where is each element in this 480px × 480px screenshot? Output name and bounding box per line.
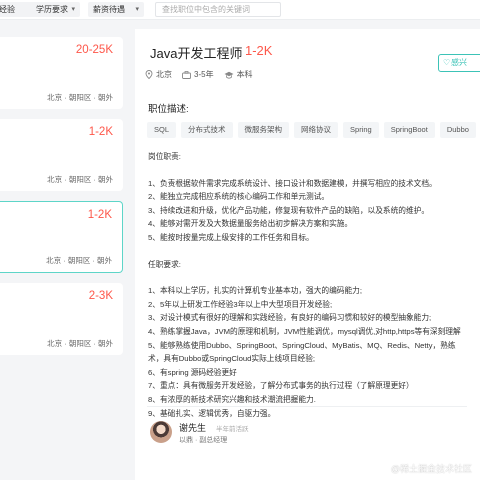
job-detail-panel: Java开发工程师 1-2K 北京 3-5年 本科 ♡ 感兴 职位描述: SQL… xyxy=(135,29,480,480)
description-line: 5、能按时按量完成上级安排的工作任务和目标。 xyxy=(148,232,314,242)
description-line: 3、持续改进和升级，优化产品功能，修复现有软件产品的缺陷，以及系统的维护。 xyxy=(148,205,430,215)
description-line: 2、5年以上研发工作经验3年以上中大型项目开发经验; xyxy=(148,299,333,309)
section-title: 职位描述: xyxy=(148,104,189,115)
location-icon xyxy=(145,70,153,79)
job-city: 北京 xyxy=(145,69,172,80)
recruiter-status: 半年前活跃 xyxy=(216,426,249,433)
job-experience: 3-5年 xyxy=(182,69,214,80)
job-card-location: 北京 · 朝阳区 · 朝外 xyxy=(47,175,113,184)
skill-tag: 微服务架构 xyxy=(237,122,290,138)
education-filter[interactable]: 学历要求 ▾ xyxy=(31,2,80,17)
description-line: 8、有浓厚的新技术研究兴趣和技术潮流把握能力. xyxy=(148,394,316,404)
skill-tag: Dubbo xyxy=(439,122,476,138)
job-card-location: 北京 · 朝阳区 · 朝外 xyxy=(46,256,112,265)
description-line: 7、重点：具有微服务开发经验，了解分布式事务的执行过程（了解原理更好） xyxy=(148,381,414,391)
skill-tag: 网络协议 xyxy=(294,122,339,138)
description-line xyxy=(148,271,478,284)
salary-filter-label: 薪资待遇 xyxy=(93,5,125,14)
skill-tag: SQL xyxy=(147,122,177,138)
description-line xyxy=(148,164,478,177)
heart-icon: ♡ xyxy=(443,58,451,67)
job-title: Java开发工程师 xyxy=(150,46,243,61)
chevron-down-icon: ▾ xyxy=(135,6,139,13)
job-experience-text: 3-5年 xyxy=(194,70,214,79)
job-card[interactable]: 2-3K 北京 · 朝阳区 · 朝外 xyxy=(0,283,123,355)
job-city-text: 北京 xyxy=(156,70,172,79)
job-education-text: 本科 xyxy=(236,70,253,79)
description-line xyxy=(148,245,478,258)
education-filter-label: 学历要求 xyxy=(36,5,68,14)
description-line: 9、基础扎实、逻辑优秀，自驱力强。 xyxy=(148,408,276,418)
job-card-location: 北京 · 朝阳区 · 朝外 xyxy=(47,93,113,102)
job-card-selected[interactable]: 1-2K 北京 · 朝阳区 · 朝外 xyxy=(0,201,123,273)
description-line: 1、负责根据软件需求完成系统设计、接口设计和数据建模，并撰写相应的技术文档。 xyxy=(148,178,437,188)
job-card-salary: 1-2K xyxy=(87,209,112,221)
skill-tags: SQL 分布式技术 微服务架构 网络协议 Spring SpringBoot D… xyxy=(147,122,476,138)
graduation-cap-icon xyxy=(224,71,234,78)
description-line: 4、熟练掌握Java，JVM的原理和机制，JVM性能调优，mysql调优,对ht… xyxy=(148,326,461,336)
job-education: 本科 xyxy=(224,69,253,80)
skill-tag: SpringBoot xyxy=(383,122,435,138)
filter-bar: 经验 ▾ 学历要求 ▾ 薪资待遇 ▾ 查找职位中包含的关键词 xyxy=(0,0,480,20)
briefcase-icon xyxy=(182,70,191,79)
job-card[interactable]: 1-2K 北京 · 朝阳区 · 朝外 xyxy=(0,119,123,191)
interest-button-label: 感兴 xyxy=(451,58,467,67)
salary-filter[interactable]: 薪资待遇 ▾ xyxy=(88,2,144,17)
description-line: 5、能够熟练使用Dubbo、SpringBoot、SpringCloud、MyB… xyxy=(148,340,456,350)
recruiter-avatar xyxy=(150,421,172,443)
job-description: 岗位职责: 1、负责根据软件需求完成系统设计、接口设计和数据建模，并撰写相应的技… xyxy=(148,150,478,420)
description-line: 6、有spring 源码经验更好 xyxy=(148,367,237,377)
job-salary: 1-2K xyxy=(245,43,273,58)
job-card-salary: 20-25K xyxy=(75,44,113,56)
job-card-location: 北京 · 朝阳区 · 朝外 xyxy=(47,339,113,348)
job-meta: 北京 3-5年 本科 xyxy=(145,69,253,80)
description-line: 1、本科以上学历，扎实的计算机专业基本功，强大的编码能力; xyxy=(148,286,362,296)
recruiter-name: 谢先生 xyxy=(179,423,207,433)
interest-button[interactable]: ♡ 感兴 xyxy=(438,54,480,72)
job-card-salary: 1-2K xyxy=(88,126,113,138)
chevron-down-icon: ▾ xyxy=(71,6,75,13)
description-line: 岗位职责: xyxy=(148,152,181,161)
skill-tag: Spring xyxy=(343,122,379,138)
divider xyxy=(147,406,467,407)
description-line: 术，具有Dubbo或SpringCloud实际上线项目经验; xyxy=(148,354,316,364)
search-input[interactable]: 查找职位中包含的关键词 xyxy=(155,2,281,17)
watermark: @稀土掘金技术社区 xyxy=(390,464,472,474)
description-line: 2、能独立完成相应系统的核心编码工作和单元测试。 xyxy=(148,192,330,202)
recruiter-title: 以鼎 · 副总经理 xyxy=(179,437,228,444)
description-line: 3、对设计模式有很好的理解和实践经验，有良好的编码习惯和较好的模型抽象能力; xyxy=(148,313,432,323)
experience-filter-label: 经验 xyxy=(0,5,15,14)
description-line: 4、能够对需开发及大数据量服务给出初步解决方案和实施。 xyxy=(148,219,353,229)
skill-tag: 分布式技术 xyxy=(181,122,233,138)
job-card-salary: 2-3K xyxy=(88,290,113,302)
description-line: 任职要求: xyxy=(148,259,181,269)
job-card[interactable]: 20-25K 北京 · 朝阳区 · 朝外 xyxy=(0,37,123,109)
